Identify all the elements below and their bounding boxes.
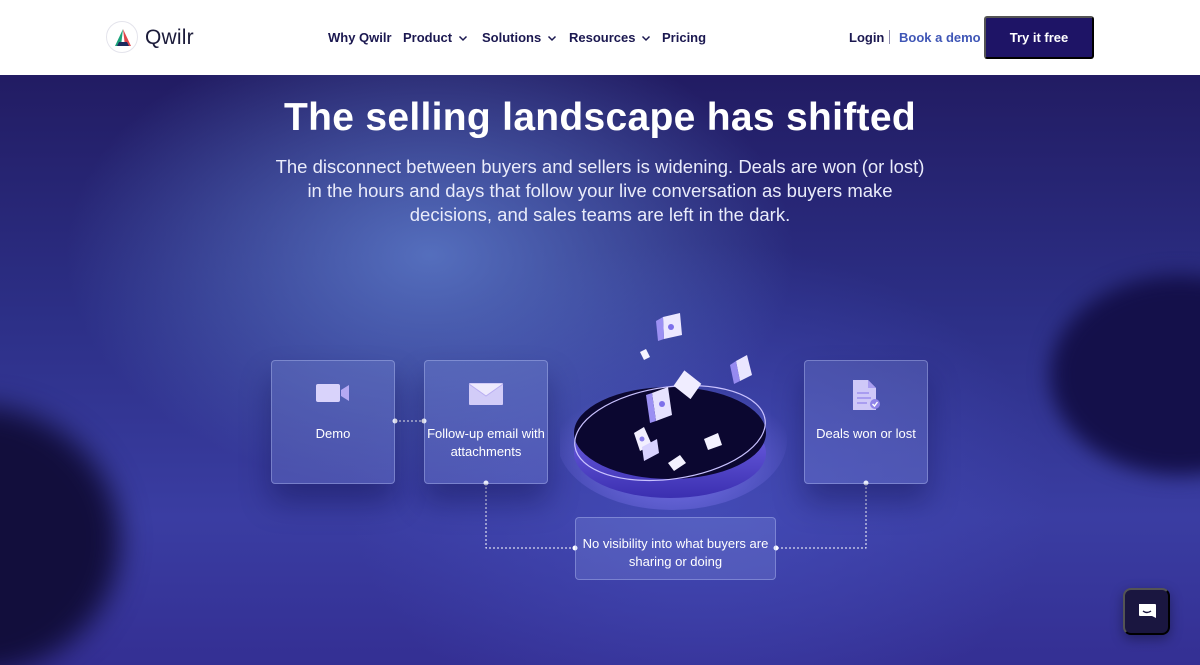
flow-card-label: Deals won or lost [816,426,916,441]
brand-name[interactable]: Qwilr [145,26,194,50]
nav-why-qwilr[interactable]: Why Qwilr [328,30,392,45]
flow-card-follow-up-email: Follow-up email with attachments [424,360,548,484]
flow-card-label: Demo [315,426,351,441]
nav-resources-label: Resources [569,30,636,45]
flow-card-demo: Demo [271,360,395,484]
login-link[interactable]: Login [849,30,884,45]
portal-illustration [560,313,787,510]
no-visibility-text: No visibility into what buyers are shari… [582,536,769,569]
nav-pricing-label: Pricing [662,30,707,45]
nav-product-label: Product [403,30,453,45]
chat-bubble-icon [1138,603,1156,618]
nav-pricing[interactable]: Pricing [662,30,706,45]
hero-section: The selling landscape has shifted The di… [0,75,1200,665]
qwilr-logo-icon[interactable] [106,21,138,53]
no-visibility-callout: No visibility into what buyers are shari… [575,517,776,580]
chevron-down-icon [642,35,651,41]
top-navigation: Qwilr Why Qwilr Product Solutions Resour… [0,0,1200,75]
nav-solutions-label: Solutions [482,30,542,45]
chevron-down-icon [548,35,557,41]
try-it-free-button[interactable]: Try it free [984,16,1094,59]
nav-solutions[interactable]: Solutions [482,30,558,45]
nav-why-qwilr-label: Why Qwilr [328,30,392,45]
nav-divider [889,30,890,44]
flow-card-deals-outcome: Deals won or lost [804,360,928,484]
nav-product[interactable]: Product [403,30,469,45]
chat-widget-button[interactable] [1123,588,1170,635]
flow-card-label: Follow-up email with attachments [427,426,545,459]
video-camera-icon [272,381,394,405]
document-icon [805,378,927,412]
nav-resources[interactable]: Resources [569,30,652,45]
chevron-down-icon [459,35,468,41]
book-demo-link[interactable]: Book a demo [899,30,981,45]
envelope-icon [425,381,547,407]
